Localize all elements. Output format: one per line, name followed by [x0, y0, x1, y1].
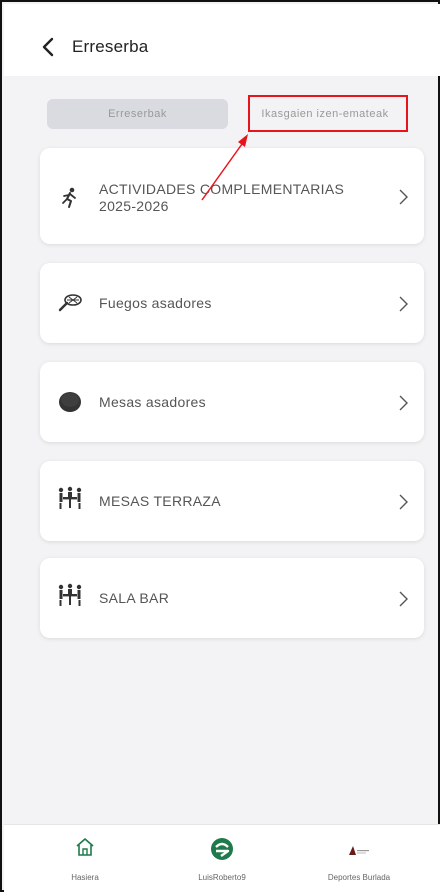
profile-logo-icon: [211, 838, 233, 860]
reservation-item-label: SALA BAR: [99, 590, 170, 606]
reservation-item-mesas-terraza[interactable]: MESAS TERRAZA: [40, 461, 424, 541]
back-arrow-icon[interactable]: [38, 36, 60, 58]
reservation-item-mesas-asadores[interactable]: Mesas asadores: [40, 362, 424, 442]
bottom-navigation: Hasiera LuisRoberto9 Deportes Burlada: [4, 824, 440, 892]
nav-label: LuisRoberto9: [198, 873, 246, 882]
reservation-item-actividades[interactable]: ACTIVIDADES COMPLEMENTARIAS 2025-2026: [40, 148, 424, 244]
label-line-1: ACTIVIDADES COMPLEMENTARIAS: [99, 181, 345, 197]
reservation-item-fuegos-asadores[interactable]: Fuegos asadores: [40, 263, 424, 343]
nav-item-hasiera[interactable]: Hasiera: [30, 825, 140, 893]
page-title: Erreserba: [72, 37, 149, 56]
chevron-right-icon: [399, 395, 408, 411]
tab-erreserbak[interactable]: Erreserbak: [47, 99, 228, 129]
nav-label: Deportes Burlada: [327, 873, 391, 882]
app-header: Erreserba: [4, 4, 440, 76]
reservation-item-sala-bar[interactable]: SALA BAR: [40, 558, 424, 638]
nav-label: Hasiera: [71, 873, 99, 882]
grill-icon: [56, 289, 84, 317]
label-line-2: 2025-2026: [99, 198, 169, 214]
club-logo-icon: [349, 846, 369, 855]
nav-item-profile[interactable]: LuisRoberto9: [167, 825, 277, 893]
chevron-right-icon: [399, 296, 408, 312]
chevron-right-icon: [399, 591, 408, 607]
reservation-item-label: Fuegos asadores: [99, 295, 212, 311]
chevron-right-icon: [399, 189, 408, 205]
chevron-right-icon: [399, 494, 408, 510]
reservation-item-label: MESAS TERRAZA: [99, 493, 221, 509]
people-table-icon: [56, 582, 84, 610]
nav-item-deportes-burlada[interactable]: Deportes Burlada: [304, 825, 414, 893]
runner-icon: [56, 184, 84, 212]
reservation-item-label: Mesas asadores: [99, 394, 206, 410]
reservation-item-label: ACTIVIDADES COMPLEMENTARIAS 2025-2026: [99, 181, 344, 215]
home-icon: [76, 838, 94, 856]
annotation-highlight-box: [248, 95, 408, 132]
table-round-icon: [56, 388, 84, 416]
app-frame: Erreserba Erreserbak Ikasgaien izen-emat…: [0, 0, 440, 892]
people-table-icon: [56, 485, 84, 513]
annotation-arrow: [201, 134, 248, 201]
